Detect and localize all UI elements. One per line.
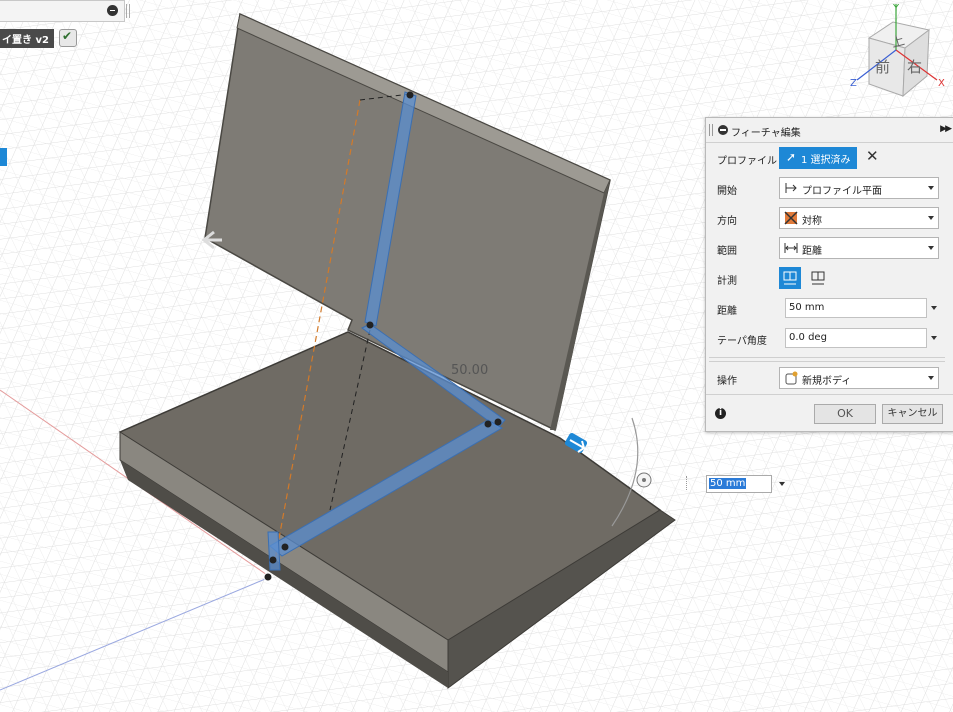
viewcube-right-label: 右	[907, 58, 922, 76]
row-direction: 方向 対称	[706, 204, 953, 234]
checkmark-icon[interactable]	[58, 29, 77, 47]
dialog-titlebar[interactable]: フィーチャ編集 ▶▶	[706, 118, 953, 143]
row-extent: 範囲 距離	[706, 234, 953, 264]
axis-z-label: Z	[850, 78, 857, 89]
ok-button[interactable]: OK	[814, 404, 876, 424]
measure-option-1-button[interactable]	[779, 267, 801, 289]
start-value: プロファイル平面	[802, 186, 882, 197]
sketch-point	[484, 420, 492, 428]
row-start: 開始 プロファイル平面	[706, 174, 953, 204]
viewcube-front-label: 前	[875, 58, 890, 76]
info-icon[interactable]: i	[715, 408, 726, 419]
row-distance: 距離 50 mm	[706, 294, 953, 324]
angle-manipulator-dot	[642, 478, 646, 482]
dialog-grip-icon[interactable]	[709, 124, 713, 136]
floating-distance-field[interactable]: 50 mm	[706, 475, 772, 493]
chevron-down-icon[interactable]	[779, 482, 785, 486]
distance-input[interactable]: 50 mm	[785, 298, 927, 318]
clear-selection-icon[interactable]: ✕	[866, 147, 879, 165]
sketch-point	[269, 556, 277, 564]
distance-value: 50 mm	[789, 302, 825, 313]
chevron-down-icon[interactable]	[931, 306, 937, 310]
extent-dropdown[interactable]: 距離	[779, 237, 939, 259]
row-profile: プロファイル ➚ 1 選択済み ✕	[706, 144, 953, 174]
collapse-icon[interactable]	[718, 125, 728, 135]
measure-label: 計測	[717, 276, 737, 287]
direction-dropdown[interactable]: 対称	[779, 207, 939, 229]
direction-label: 方向	[717, 216, 737, 227]
chevron-down-icon	[928, 246, 934, 250]
dialog-footer: i OK キャンセル	[706, 394, 953, 432]
timeline-marker[interactable]	[0, 148, 7, 166]
chevron-down-icon	[928, 376, 934, 380]
origin-point	[263, 572, 273, 582]
new-body-icon	[785, 371, 798, 385]
grip-icon[interactable]	[686, 476, 689, 490]
document-tab[interactable]: イ置き v2	[0, 28, 77, 48]
chevron-down-icon	[928, 186, 934, 190]
feature-edit-dialog: フィーチャ編集 ▶▶ プロファイル ➚ 1 選択済み ✕ 開始 プロファイル平面…	[705, 117, 953, 432]
expand-icon[interactable]: ▶▶	[940, 124, 952, 134]
floating-distance-input: 50 mm	[686, 474, 786, 494]
view-cube[interactable]: 上 前 右 X Y Z	[845, 0, 953, 100]
taper-value: 0.0 deg	[789, 332, 827, 343]
panel-grip-icon[interactable]	[126, 4, 130, 18]
start-dropdown[interactable]: プロファイル平面	[779, 177, 939, 199]
measure-option-2-button[interactable]	[807, 267, 829, 289]
operation-dropdown[interactable]: 新規ボディ	[779, 367, 939, 389]
direction-value: 対称	[802, 216, 822, 227]
sketch-point	[366, 321, 374, 329]
distance-label: 距離	[717, 306, 737, 317]
measure-object-icon	[783, 271, 797, 285]
measure-side-icon	[811, 271, 825, 285]
document-name: イ置き v2	[0, 28, 54, 48]
axis-x-label: X	[938, 78, 945, 89]
profile-label: プロファイル	[717, 156, 777, 167]
cancel-button[interactable]: キャンセル	[882, 404, 943, 424]
extent-value: 距離	[802, 246, 822, 257]
dialog-title: フィーチャ編集	[731, 128, 801, 139]
profile-value: 1 選択済み	[801, 155, 851, 166]
browser-panel	[0, 0, 130, 22]
profile-segment-lip[interactable]	[267, 531, 281, 571]
chevron-down-icon[interactable]	[931, 336, 937, 340]
row-taper: テーパ角度 0.0 deg	[706, 324, 953, 354]
sketch-point	[406, 91, 414, 99]
axis-y-label: Y	[892, 3, 900, 14]
extent-label: 範囲	[717, 246, 737, 257]
chevron-down-icon	[928, 216, 934, 220]
symmetric-icon	[784, 211, 798, 225]
profile-select-button[interactable]: ➚ 1 選択済み	[779, 147, 857, 169]
floating-distance-value: 50 mm	[709, 478, 747, 489]
row-measure: 計測	[706, 264, 953, 294]
row-operation: 操作 新規ボディ	[706, 364, 953, 394]
divider	[709, 357, 945, 362]
collapse-icon[interactable]	[107, 5, 118, 16]
taper-label: テーパ角度	[717, 336, 767, 347]
sketch-point	[281, 543, 289, 551]
operation-label: 操作	[717, 376, 737, 387]
cursor-icon: ➚	[786, 150, 797, 164]
profile-plane-icon	[785, 183, 797, 193]
operation-value: 新規ボディ	[802, 376, 852, 387]
dimension-label: 50.00	[451, 363, 489, 378]
taper-input[interactable]: 0.0 deg	[785, 328, 927, 348]
distance-icon	[784, 243, 798, 253]
sketch-point	[494, 418, 502, 426]
start-label: 開始	[717, 186, 737, 197]
